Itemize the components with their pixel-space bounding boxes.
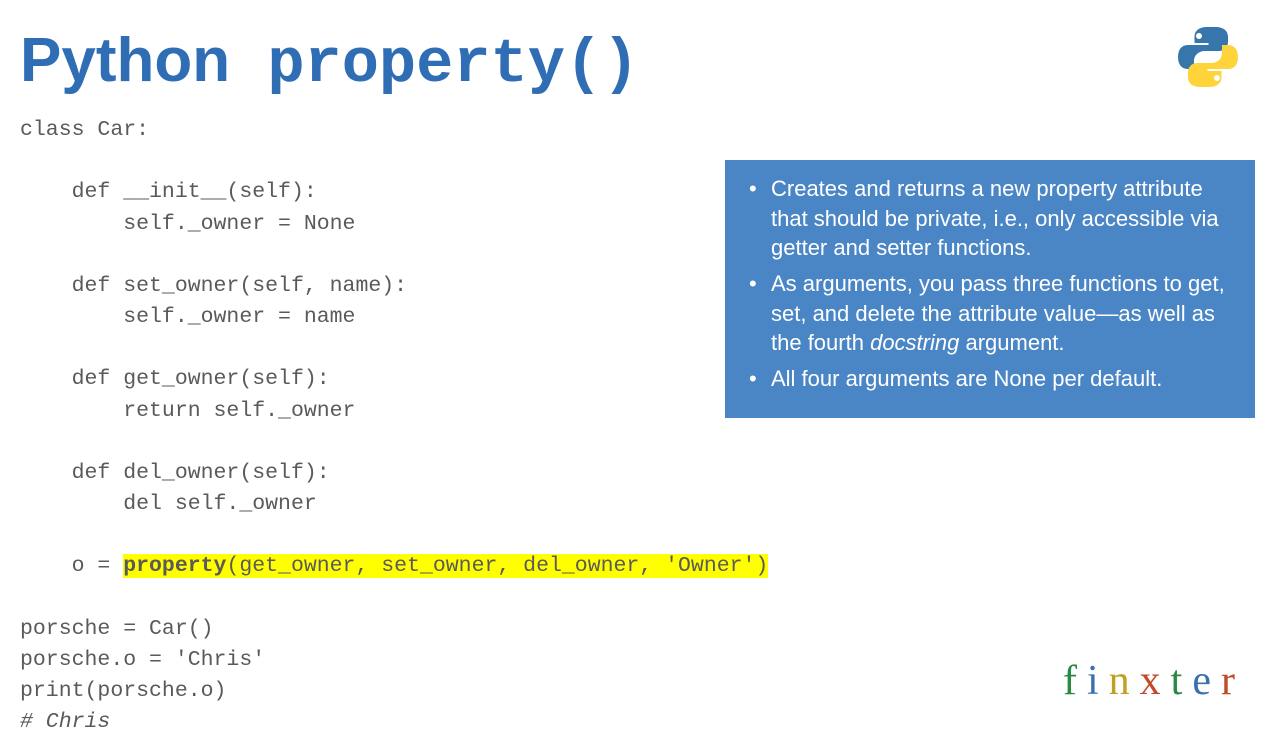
code-highlight-args: (get_owner, set_owner, del_owner, 'Owner… bbox=[226, 554, 768, 578]
brand-letter: n bbox=[1109, 658, 1140, 704]
code-line: return self._owner bbox=[20, 399, 355, 423]
code-comment: # Chris bbox=[20, 710, 110, 734]
code-line: del self._owner bbox=[20, 492, 317, 516]
code-block: class Car: def __init__(self): self._own… bbox=[20, 115, 768, 738]
code-line: def del_owner(self): bbox=[20, 461, 330, 485]
code-line: self._owner = name bbox=[20, 305, 355, 329]
code-keyword-property: property bbox=[123, 554, 226, 578]
code-line: print(porsche.o) bbox=[20, 679, 226, 703]
brand-letter: e bbox=[1192, 658, 1221, 704]
code-highlight: property(get_owner, set_owner, del_owner… bbox=[123, 554, 768, 578]
brand-letter: f bbox=[1063, 658, 1087, 704]
callout-box: Creates and returns a new property attri… bbox=[725, 160, 1255, 418]
brand-letter: i bbox=[1087, 658, 1109, 704]
brand-letter: r bbox=[1221, 658, 1245, 704]
code-line: self._owner = None bbox=[20, 212, 355, 236]
brand-letter: x bbox=[1140, 658, 1171, 704]
title-word-python: Python bbox=[20, 26, 230, 95]
code-line: def get_owner(self): bbox=[20, 367, 330, 391]
code-line: class Car: bbox=[20, 118, 149, 142]
callout-item: As arguments, you pass three functions t… bbox=[743, 269, 1237, 358]
callout-item: All four arguments are None per default. bbox=[743, 364, 1237, 394]
python-logo-icon bbox=[1176, 25, 1240, 89]
brand-logo: finxter bbox=[1063, 657, 1245, 705]
code-line: o = bbox=[20, 554, 123, 578]
code-line: def __init__(self): bbox=[20, 180, 317, 204]
callout-item: Creates and returns a new property attri… bbox=[743, 174, 1237, 263]
brand-letter: t bbox=[1171, 658, 1193, 704]
title-word-property: property() bbox=[230, 29, 639, 100]
code-line: def set_owner(self, name): bbox=[20, 274, 407, 298]
code-line: porsche.o = 'Chris' bbox=[20, 648, 265, 672]
callout-list: Creates and returns a new property attri… bbox=[743, 174, 1237, 394]
code-line: porsche = Car() bbox=[20, 617, 214, 641]
page-title: Python property() bbox=[20, 25, 639, 100]
